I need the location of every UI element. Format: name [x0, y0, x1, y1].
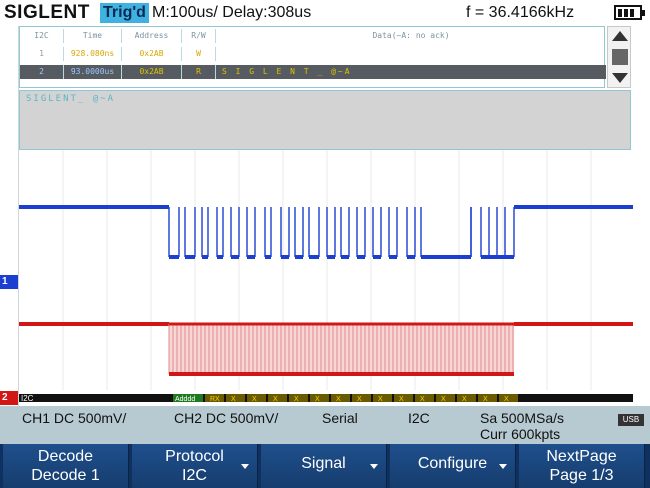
table-cell: S I G L E N T _ @~A — [222, 67, 352, 76]
softkey-title: Configure — [417, 455, 488, 472]
table-cell: 2 — [20, 65, 64, 79]
softkey-title: Protocol — [165, 448, 224, 465]
bus-data-text: X — [357, 396, 362, 403]
bus-data-text: X — [294, 396, 299, 403]
softkey-title: Decode — [37, 448, 94, 465]
bus-data-text: X — [252, 396, 257, 403]
table-cell: 0x2AB — [122, 65, 182, 79]
bus-address-text: Adddd — [175, 396, 195, 403]
softkey-value: Decode 1 — [31, 467, 100, 484]
softkey-value: Page 1/3 — [549, 467, 614, 484]
serial-mode-label: Serial — [322, 410, 358, 426]
signal-softkey[interactable]: Signal — [261, 444, 387, 488]
bus-data-text: X — [231, 396, 236, 403]
table-cell: 0x2AB — [122, 47, 182, 61]
decoded-text: SIGLENT_ @~A — [26, 94, 116, 104]
column-header: I2C — [20, 29, 64, 43]
decoded-text-panel: SIGLENT_ @~A — [19, 90, 631, 150]
table-cell — [216, 47, 606, 61]
softkey-bar: Decode Decode 1 Protocol I2C Signal Conf… — [0, 444, 650, 488]
status-bar: SIGLENT Trig'd M:100us/ Delay:308us f = … — [0, 0, 650, 26]
sample-rate-readout: Sa 500MSa/s — [480, 410, 565, 426]
chevron-down-icon — [241, 464, 249, 469]
arrow-down-icon[interactable] — [612, 73, 628, 83]
table-header-row: I2C Time Address R/W Data(~A: no ack) — [20, 29, 606, 43]
memory-depth-readout: Curr 600kpts — [480, 426, 561, 442]
bus-data-text: X — [273, 396, 278, 403]
table-cell: R — [182, 65, 216, 79]
table-cell: 93.0000us — [64, 65, 122, 79]
bus-data-text: X — [483, 396, 488, 403]
bus-data-text: X — [315, 396, 320, 403]
softkey-title: NextPage — [546, 448, 617, 465]
usb-icon: USB — [618, 414, 644, 426]
bus-data-text: X — [336, 396, 341, 403]
bus-data-text: X — [504, 396, 509, 403]
table-cell: W — [182, 47, 216, 61]
column-header: R/W — [182, 29, 216, 43]
bus-data-text: X — [378, 396, 383, 403]
bus-data-text: RX — [210, 396, 220, 403]
chevron-down-icon — [370, 464, 378, 469]
waveform-display: I2C Adddd RX X X X X X X X X X X X X X X — [19, 150, 633, 403]
column-header: Time — [64, 29, 122, 43]
bus-data-text: X — [420, 396, 425, 403]
bus-data-text: X — [441, 396, 446, 403]
battery-icon — [614, 5, 645, 20]
scroll-thumb[interactable] — [612, 49, 628, 65]
left-margin — [0, 26, 18, 406]
ch1-marker-label: 1 — [2, 276, 8, 287]
bus-data-text: X — [462, 396, 467, 403]
oscilloscope-screen: I2C Time Address R/W Data(~A: no ack) 1 … — [18, 26, 633, 406]
ch1-trace — [19, 205, 633, 259]
arrow-up-icon[interactable] — [612, 31, 628, 41]
next-page-softkey[interactable]: NextPage Page 1/3 — [519, 444, 645, 488]
i2c-bus-trace: I2C Adddd RX X X X X X X X X X X X X X X — [19, 394, 633, 403]
ch1-offset-marker[interactable]: 1 — [0, 275, 24, 289]
channel-status-row: CH1 DC 500mV/ CH2 DC 500mV/ Serial I2C S… — [0, 406, 650, 444]
ch2-setting[interactable]: CH2 DC 500mV/ — [174, 410, 278, 426]
decode-softkey[interactable]: Decode Decode 1 — [3, 444, 129, 488]
configure-softkey[interactable]: Configure — [390, 444, 516, 488]
trigger-status-badge[interactable]: Trig'd — [100, 3, 149, 23]
column-header: Address — [122, 29, 182, 43]
softkey-value: I2C — [182, 467, 207, 484]
ch2-marker-label: 2 — [2, 392, 8, 403]
chevron-down-icon — [499, 464, 507, 469]
table-cell: 928.080ns — [64, 47, 122, 61]
ch2-offset-marker[interactable]: 2 — [0, 391, 24, 405]
table-row[interactable]: 1 928.080ns 0x2AB W — [20, 47, 606, 61]
table-cell: 1 — [20, 47, 64, 61]
column-header: Data(~A: no ack) — [372, 31, 450, 40]
bus-data-text: X — [399, 396, 404, 403]
ch1-setting[interactable]: CH1 DC 500mV/ — [22, 410, 126, 426]
list-scrollbar[interactable] — [607, 26, 631, 88]
timebase-readout[interactable]: M:100us/ Delay:308us — [152, 3, 311, 23]
protocol-softkey[interactable]: Protocol I2C — [132, 444, 258, 488]
softkey-title: Signal — [301, 455, 346, 472]
frequency-readout: f = 36.4166kHz — [466, 4, 575, 21]
decode-list-table[interactable]: I2C Time Address R/W Data(~A: no ack) 1 … — [19, 26, 606, 88]
bus-label: I2C — [21, 394, 34, 403]
brand-logo: SIGLENT — [4, 2, 90, 23]
protocol-label: I2C — [408, 410, 430, 426]
ch2-trace — [19, 322, 633, 376]
table-row-selected[interactable]: 2 93.0000us 0x2AB R S I G L E N T _ @~A — [20, 65, 606, 79]
